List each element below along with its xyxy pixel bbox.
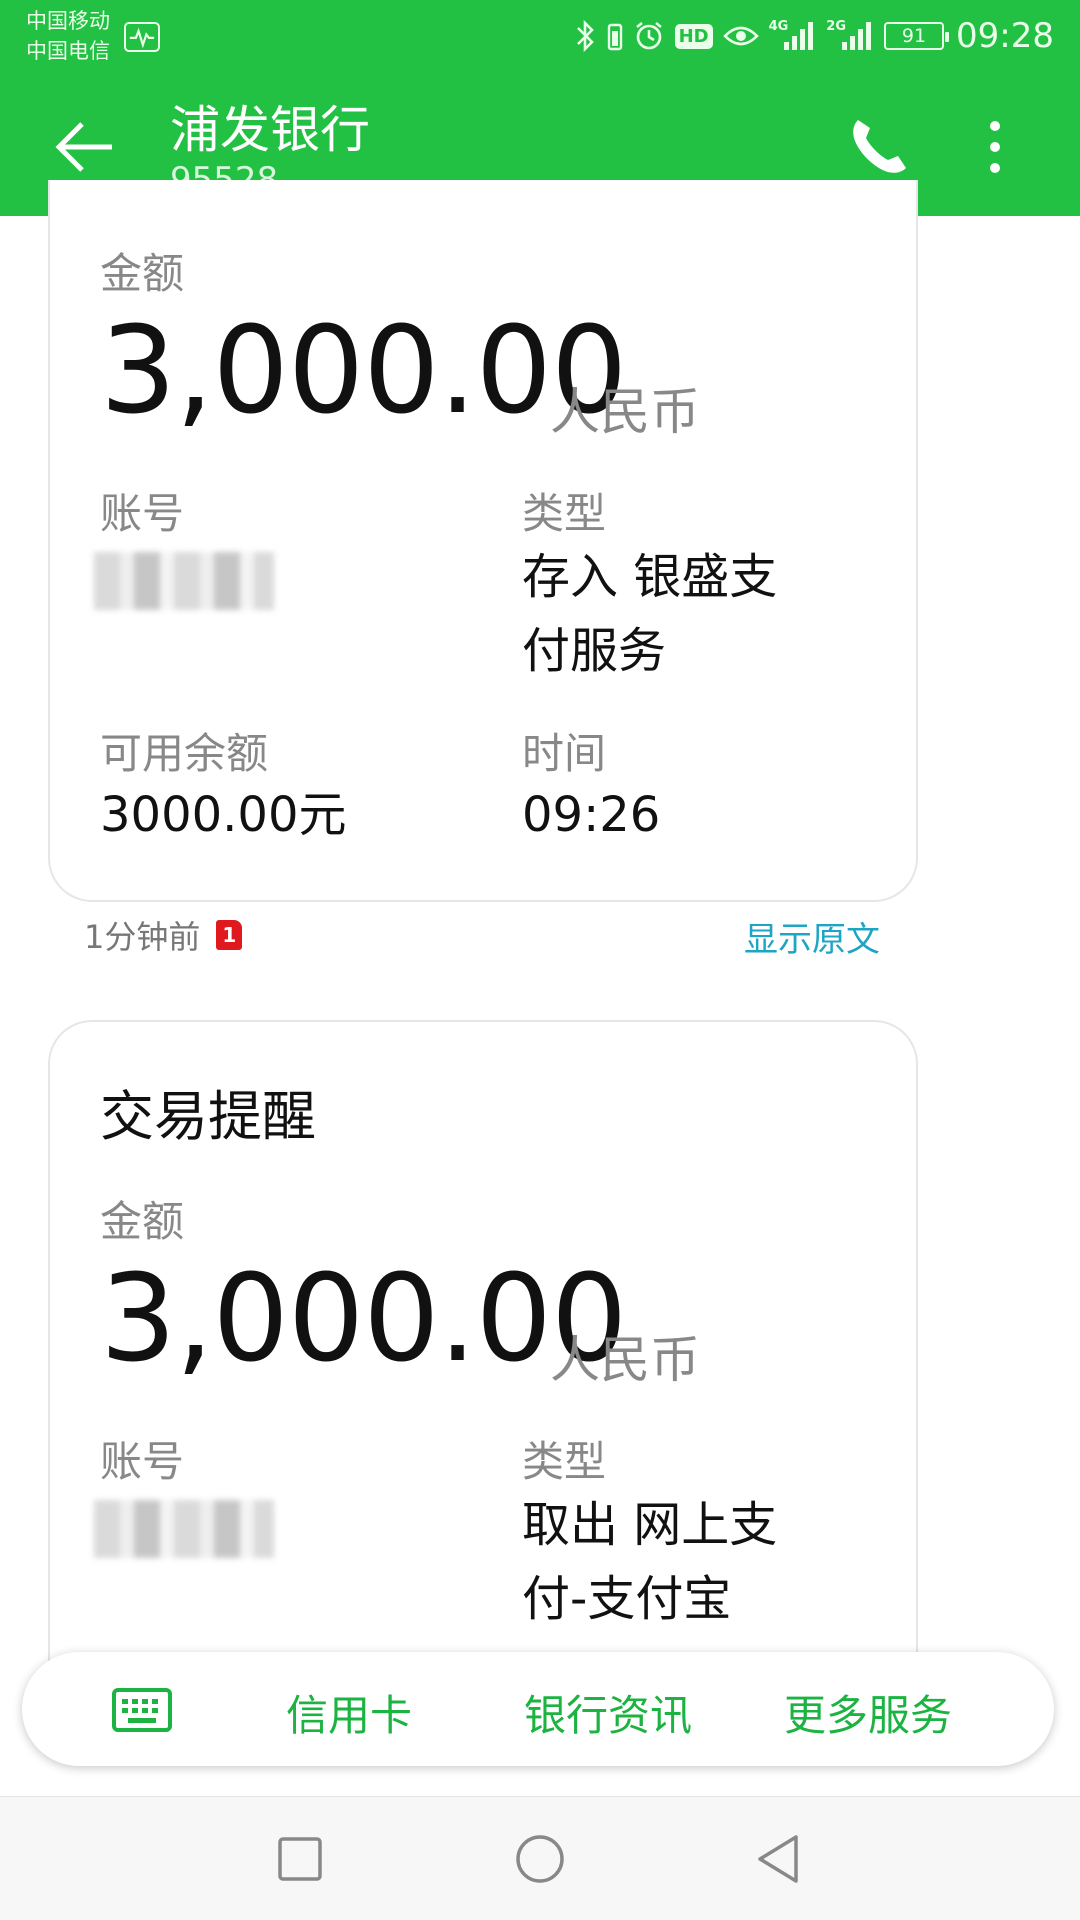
masked-account-number bbox=[94, 552, 274, 610]
time-value: 09:26 bbox=[522, 787, 661, 843]
balance-value: 3000.00元 bbox=[100, 787, 347, 843]
more-options-icon[interactable] bbox=[978, 112, 1012, 182]
received-time: 1分钟前 bbox=[84, 918, 201, 956]
net-4g-label: 4G bbox=[768, 18, 789, 34]
type-label: 类型 bbox=[522, 1437, 607, 1486]
vibrate-battery-icon bbox=[607, 21, 623, 51]
carrier-2: 中国电信 bbox=[26, 39, 110, 63]
amount-value: 3,000.00 bbox=[100, 302, 627, 441]
eye-comfort-icon bbox=[722, 22, 759, 50]
balance-label: 可用余额 bbox=[100, 729, 269, 778]
phone-call-icon[interactable] bbox=[844, 112, 914, 182]
menu-item-more-services[interactable]: 更多服务 bbox=[784, 1682, 952, 1743]
back-triangle-icon[interactable] bbox=[752, 1831, 808, 1887]
message-meta: 1分钟前 1 bbox=[84, 912, 243, 958]
contact-name: 浦发银行 bbox=[170, 101, 370, 159]
account-label: 账号 bbox=[100, 489, 185, 538]
type-label: 类型 bbox=[522, 489, 607, 538]
home-icon[interactable] bbox=[512, 1831, 568, 1887]
time-label: 时间 bbox=[522, 729, 607, 778]
status-time: 09:28 bbox=[956, 16, 1054, 56]
menu-item-bank-news[interactable]: 银行资讯 bbox=[524, 1682, 692, 1743]
currency-label: 人民币 bbox=[550, 383, 700, 441]
status-icons: HD 4G 2G 91 09:28 bbox=[575, 14, 1054, 58]
signal-4g-group: 4G bbox=[768, 18, 817, 52]
card-title: 交易提醒 bbox=[100, 1085, 316, 1148]
message-card[interactable]: 金额 3,000.00 人民币 账号 类型 存入 银盛支 付服务 可用余额 30… bbox=[48, 180, 918, 902]
keyboard-icon[interactable] bbox=[112, 1688, 172, 1732]
show-original-link[interactable]: 显示原文 bbox=[744, 912, 880, 961]
activity-monitor-icon bbox=[124, 22, 160, 52]
signal-2g-group: 2G bbox=[826, 18, 874, 52]
menu-item-credit-card[interactable]: 信用卡 bbox=[286, 1682, 412, 1743]
masked-account-number bbox=[94, 1500, 274, 1558]
type-value-line2: 付-支付宝 bbox=[522, 1571, 732, 1627]
back-arrow-icon[interactable] bbox=[50, 112, 120, 182]
service-menu-bar: 信用卡 银行资讯 更多服务 bbox=[22, 1652, 1054, 1766]
carrier-1: 中国移动 bbox=[26, 9, 110, 33]
alarm-icon bbox=[633, 20, 665, 52]
amount-value: 3,000.00 bbox=[100, 1250, 627, 1389]
recent-apps-icon[interactable] bbox=[272, 1831, 328, 1887]
status-bar: 中国移动 中国电信 HD 4G 2G 91 09:28 bbox=[0, 0, 1080, 72]
hd-badge: HD bbox=[674, 23, 713, 49]
battery-icon: 91 bbox=[884, 22, 950, 50]
currency-label: 人民币 bbox=[550, 1331, 700, 1389]
amount-label: 金额 bbox=[100, 1197, 185, 1246]
system-navigation-bar bbox=[0, 1796, 1080, 1920]
net-2g-label: 2G bbox=[826, 18, 847, 34]
bluetooth-icon bbox=[575, 19, 597, 53]
sim-card-icon: 1 bbox=[216, 920, 243, 950]
type-value-line2: 付服务 bbox=[522, 623, 667, 679]
type-value-line1: 取出 网上支 bbox=[522, 1497, 778, 1553]
carrier-labels: 中国移动 中国电信 bbox=[26, 6, 110, 66]
type-value-line1: 存入 银盛支 bbox=[522, 549, 778, 605]
amount-label: 金额 bbox=[100, 249, 185, 298]
account-label: 账号 bbox=[100, 1437, 185, 1486]
message-card-2[interactable]: 交易提醒 金额 3,000.00 人民币 账号 类型 取出 网上支 付-支付宝 bbox=[48, 1020, 918, 1720]
